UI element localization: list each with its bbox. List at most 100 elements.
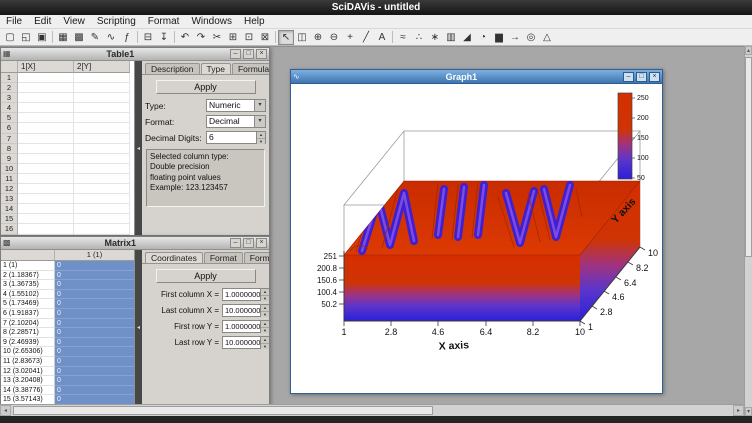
copy-button[interactable]: ⊞ <box>225 30 241 45</box>
minimize-button[interactable]: – <box>623 72 634 82</box>
vertical-scrollbar[interactable]: ▴ ▾ <box>744 46 752 416</box>
matrix-cell[interactable]: 0 <box>55 376 134 386</box>
new-graph-button[interactable]: ∿ <box>103 30 119 45</box>
table-cell[interactable] <box>74 174 130 184</box>
table-cell[interactable] <box>74 93 130 103</box>
table-column-header[interactable]: 2[Y] <box>74 61 130 73</box>
table-cell[interactable] <box>18 93 74 103</box>
apply-button[interactable]: Apply <box>156 80 256 94</box>
spinner-arrows[interactable]: ▴▾ <box>260 289 269 300</box>
close-button[interactable]: × <box>256 238 267 248</box>
matrix-cell[interactable]: 0 <box>55 338 134 348</box>
app-titlebar[interactable]: SciDAVis - untitled <box>0 0 752 15</box>
table-cell[interactable] <box>74 184 130 194</box>
tab-format[interactable]: Format <box>204 252 243 263</box>
menu-scripting[interactable]: Scripting <box>91 15 142 28</box>
table-cell[interactable] <box>18 184 74 194</box>
matrix-row-header[interactable]: 8 (2.28571) <box>1 328 55 338</box>
matrix-cell[interactable]: 0 <box>55 386 134 396</box>
table-row-header[interactable]: 2 <box>1 83 18 93</box>
table-cell[interactable] <box>18 123 74 133</box>
new-function-plot-button[interactable]: ƒ <box>119 30 135 45</box>
matrix-row-header[interactable]: 10 (2.65306) <box>1 347 55 357</box>
vertical-scroll-thumb[interactable] <box>745 57 752 257</box>
matrix-row-header[interactable]: 3 (1.36735) <box>1 280 55 290</box>
open-project-button[interactable]: ◱ <box>18 30 34 45</box>
table-row-header[interactable]: 3 <box>1 93 18 103</box>
table-row-header[interactable]: 7 <box>1 134 18 144</box>
select-range-button[interactable]: ◫ <box>294 30 310 45</box>
print-button[interactable]: ⊟ <box>140 30 156 45</box>
zoom-out-button[interactable]: ⊖ <box>326 30 342 45</box>
menu-format[interactable]: Format <box>142 15 186 28</box>
new-table-button[interactable]: ▦ <box>55 30 71 45</box>
table-cell[interactable] <box>74 134 130 144</box>
zoom-in-button[interactable]: ⊕ <box>310 30 326 45</box>
undo-button[interactable]: ↶ <box>177 30 193 45</box>
table-row-header[interactable]: 16 <box>1 224 18 234</box>
histogram-button[interactable]: ▆ <box>491 30 507 45</box>
menu-file[interactable]: File <box>0 15 28 28</box>
matrix-row-header[interactable]: 13 (3.20408) <box>1 376 55 386</box>
matrix-row-header[interactable]: 14 (3.38776) <box>1 386 55 396</box>
table-cell[interactable] <box>18 134 74 144</box>
save-project-button[interactable]: ▣ <box>34 30 50 45</box>
table-row-header[interactable]: 14 <box>1 204 18 214</box>
matrix-cell[interactable]: 0 <box>55 319 134 329</box>
new-project-button[interactable]: ▢ <box>2 30 18 45</box>
matrix-corner-cell[interactable] <box>1 250 55 261</box>
panel-splitter[interactable]: ◂ <box>135 250 142 404</box>
field-control[interactable]: 1.00000000 ▾ ▴▾ <box>222 288 269 301</box>
table-row-header[interactable]: 11 <box>1 174 18 184</box>
scroll-up-icon[interactable]: ▴ <box>745 46 752 55</box>
field-control[interactable]: Decimal ▾ ▴▾ <box>206 115 266 128</box>
table-cell[interactable] <box>18 164 74 174</box>
table-row-header[interactable]: 10 <box>1 164 18 174</box>
line-symbol-plot-button[interactable]: ∗ <box>427 30 443 45</box>
table-cell[interactable] <box>74 103 130 113</box>
pointer-tool-button[interactable]: ↖ <box>278 30 294 45</box>
table-cell[interactable] <box>74 123 130 133</box>
dropdown-arrow-icon[interactable]: ▾ <box>254 116 265 127</box>
table-row-header[interactable]: 12 <box>1 184 18 194</box>
minimize-button[interactable]: – <box>230 238 241 248</box>
matrix-row-header[interactable]: 4 (1.55102) <box>1 290 55 300</box>
apply-button[interactable]: Apply <box>156 269 256 283</box>
matrix-row-header[interactable]: 15 (3.57143) <box>1 395 55 404</box>
field-control[interactable]: 10.0000000 ▾ ▴▾ <box>222 336 269 349</box>
table-cell[interactable] <box>18 204 74 214</box>
maximize-button[interactable]: □ <box>243 49 254 59</box>
draw-line-button[interactable]: ╱ <box>358 30 374 45</box>
matrix-cell[interactable]: 0 <box>55 271 134 281</box>
surface-3d-button[interactable]: △ <box>539 30 555 45</box>
menu-view[interactable]: View <box>57 15 91 28</box>
horizontal-scroll-track[interactable] <box>11 405 733 416</box>
field-control[interactable]: 10.0000000 ▾ ▴▾ <box>222 304 269 317</box>
table-row-header[interactable]: 13 <box>1 194 18 204</box>
table-cell[interactable] <box>74 164 130 174</box>
matrix-cell[interactable]: 0 <box>55 280 134 290</box>
matrix-cell[interactable]: 0 <box>55 309 134 319</box>
matrix1-titlebar[interactable]: ▩ Matrix1 – □ × <box>1 237 269 250</box>
table-cell[interactable] <box>74 194 130 204</box>
scroll-right-icon[interactable]: ▸ <box>733 405 744 416</box>
table-cell[interactable] <box>18 174 74 184</box>
table-cell[interactable] <box>18 113 74 123</box>
spin-down-icon[interactable]: ▾ <box>261 296 269 302</box>
table-cell[interactable] <box>74 73 130 83</box>
table-cell[interactable] <box>18 194 74 204</box>
table-row-header[interactable]: 1 <box>1 73 18 83</box>
matrix-row-header[interactable]: 12 (3.02041) <box>1 367 55 377</box>
cut-button[interactable]: ✂ <box>209 30 225 45</box>
line-plot-button[interactable]: ≈ <box>395 30 411 45</box>
close-button[interactable]: × <box>649 72 660 82</box>
table-corner-cell[interactable] <box>1 61 18 73</box>
table-cell[interactable] <box>18 73 74 83</box>
field-control[interactable]: 1.00000000 ▾ ▴▾ <box>222 320 269 333</box>
spinner-arrows[interactable]: ▴▾ <box>260 337 269 348</box>
delete-button[interactable]: ⊠ <box>257 30 273 45</box>
scatter-plot-button[interactable]: ∴ <box>411 30 427 45</box>
contour-plot-button[interactable]: ◎ <box>523 30 539 45</box>
matrix-cell[interactable]: 0 <box>55 299 134 309</box>
table-row-header[interactable]: 4 <box>1 103 18 113</box>
